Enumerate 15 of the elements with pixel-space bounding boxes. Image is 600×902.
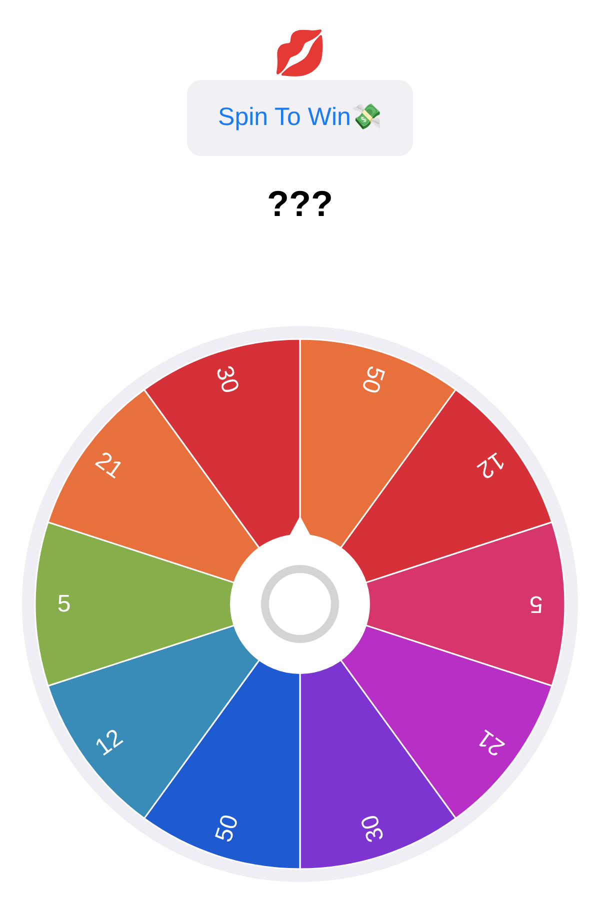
segment-label: 5 — [529, 590, 543, 618]
segment-label: 5 — [57, 590, 71, 618]
spin-button[interactable]: Spin To Win💸 — [187, 80, 413, 156]
result-text: ??? — [267, 182, 333, 226]
segment-label: 50 — [356, 362, 390, 396]
segment-label: 30 — [210, 362, 244, 396]
segment-label: 21 — [472, 724, 510, 762]
segment-label: 50 — [210, 812, 244, 846]
pointer-hub[interactable] — [230, 516, 370, 674]
segment-label: 12 — [472, 446, 510, 484]
segment-label: 12 — [90, 724, 128, 762]
segment-label: 30 — [356, 812, 390, 846]
segment-label: 21 — [90, 446, 128, 484]
lips-emoji: 💋 — [272, 28, 328, 80]
prize-wheel[interactable]: 50 12 5 21 30 50 12 5 21 30 — [20, 324, 580, 884]
